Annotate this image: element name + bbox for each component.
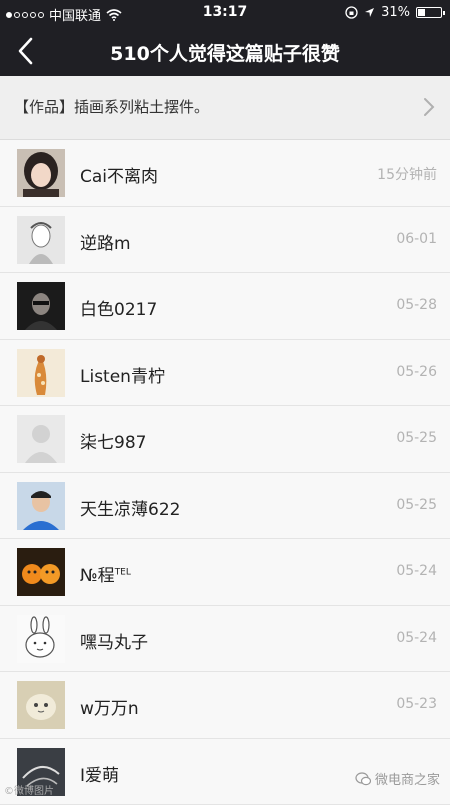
like-time: 05-24 <box>396 630 437 646</box>
user-name-superscript: TEL <box>115 567 131 577</box>
list-item[interactable]: 嘿马丸子 05-24 <box>0 606 450 673</box>
user-name: Cai不离肉 <box>80 162 158 187</box>
like-time: 05-25 <box>396 497 437 513</box>
list-item[interactable]: №程TEL 05-24 <box>0 539 450 606</box>
post-title: 【作品】插画系列粘土摆件。 <box>14 96 209 117</box>
like-time: 15分钟前 <box>377 164 437 184</box>
avatar[interactable] <box>17 615 65 663</box>
like-time: 05-26 <box>396 364 437 380</box>
chevron-right-icon <box>422 96 436 118</box>
avatar[interactable] <box>17 548 65 596</box>
watermark-right: 微电商之家 <box>355 769 440 788</box>
list-item[interactable]: w万万n 05-23 <box>0 672 450 739</box>
user-name: 天生凉薄622 <box>80 495 180 520</box>
location-arrow-icon <box>364 7 375 18</box>
avatar[interactable] <box>17 415 65 463</box>
user-name-text: №程 <box>80 566 115 586</box>
avatar[interactable] <box>17 349 65 397</box>
status-bar: 中国联通 13:17 31% <box>0 0 450 26</box>
user-name: w万万n <box>80 694 139 719</box>
watermark-left: ©微博图片 <box>4 782 54 797</box>
list-item[interactable]: Cai不离肉 15分钟前 <box>0 140 450 207</box>
like-time: 05-23 <box>396 696 437 712</box>
avatar[interactable] <box>17 149 65 197</box>
chat-bubble-icon <box>355 772 371 786</box>
status-bar-right: 31% <box>345 5 442 20</box>
nav-bar: 510个人觉得这篇贴子很赞 <box>0 26 450 76</box>
avatar[interactable] <box>17 681 65 729</box>
liker-list: Cai不离肉 15分钟前 逆路m 06-01 白色0217 05-28 List… <box>0 140 450 805</box>
orientation-lock-icon <box>345 6 358 19</box>
list-item[interactable]: 白色0217 05-28 <box>0 273 450 340</box>
user-name: 嘿马丸子 <box>80 628 148 653</box>
watermark-right-text: 微电商之家 <box>375 769 440 788</box>
user-name: №程TEL <box>80 561 131 586</box>
list-item[interactable]: 逆路m 06-01 <box>0 207 450 274</box>
post-link[interactable]: 【作品】插画系列粘土摆件。 <box>0 76 450 140</box>
list-item[interactable]: Listen青柠 05-26 <box>0 340 450 407</box>
like-time: 05-28 <box>396 297 437 313</box>
battery-percent: 31% <box>381 5 410 20</box>
list-item[interactable]: 天生凉薄622 05-25 <box>0 473 450 540</box>
avatar[interactable] <box>17 482 65 530</box>
user-name: 白色0217 <box>80 295 157 320</box>
user-name: 逆路m <box>80 229 131 254</box>
list-item[interactable]: 柒七987 05-25 <box>0 406 450 473</box>
avatar[interactable] <box>17 216 65 264</box>
user-name: I爱萌 <box>80 761 119 786</box>
user-name: Listen青柠 <box>80 362 165 387</box>
user-name: 柒七987 <box>80 428 146 453</box>
like-time: 05-25 <box>396 430 437 446</box>
like-time: 06-01 <box>396 231 437 247</box>
battery-icon <box>416 7 442 18</box>
page-title: 510个人觉得这篇贴子很赞 <box>0 39 450 66</box>
avatar[interactable] <box>17 282 65 330</box>
like-time: 05-24 <box>396 563 437 579</box>
